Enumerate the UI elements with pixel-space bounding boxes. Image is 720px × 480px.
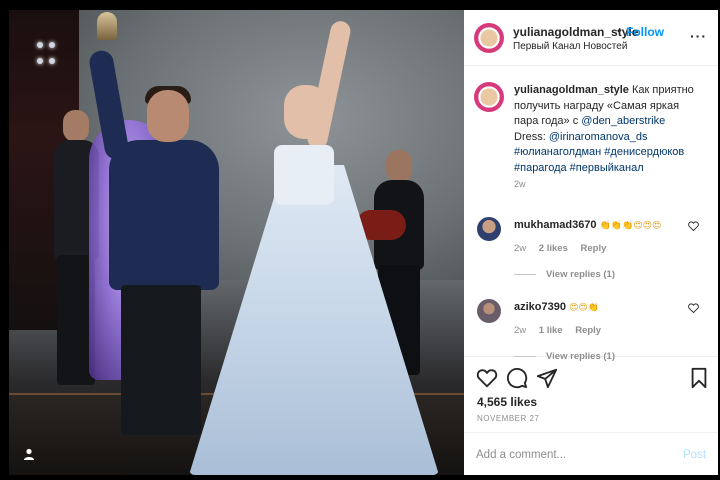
person-woman-in-gown [189, 19, 439, 475]
author-avatar[interactable] [474, 23, 504, 53]
comment-timestamp[interactable]: 2w [514, 325, 526, 336]
comment-meta: 2w 2 likes Reply [514, 243, 616, 254]
post-date[interactable]: NOVEMBER 27 [477, 414, 539, 423]
hashtag-links[interactable]: #юлианаголдман #денисердюков [514, 145, 710, 161]
comment-text: 😍😍👏 [569, 303, 600, 313]
caption-text-4: Dress: [514, 130, 549, 143]
caption-username[interactable]: yulianagoldman_style [514, 84, 629, 96]
commenter-avatar[interactable] [477, 299, 501, 323]
stage-light [49, 58, 55, 64]
caption-text-3: пара года» с [514, 115, 582, 127]
heart-icon[interactable] [476, 367, 498, 389]
caption-text-1: Как приятно [628, 84, 694, 96]
post-actions-bar [464, 367, 718, 391]
post-photo[interactable] [9, 10, 464, 475]
share-icon[interactable] [536, 367, 558, 389]
comment-like-heart-icon[interactable] [688, 303, 699, 316]
stage-light [49, 42, 55, 48]
mention-link[interactable]: @irinaromanova_ds [549, 131, 648, 143]
follow-button[interactable]: Follow [626, 25, 664, 39]
instagram-post-window: yulianagoldman_style • Follow Первый Кан… [0, 0, 720, 480]
post-header: yulianagoldman_style • Follow Первый Кан… [464, 10, 718, 66]
trophy [97, 12, 117, 40]
reply-button[interactable]: Reply [581, 243, 607, 254]
post-location[interactable]: Первый Канал Новостей [513, 41, 627, 52]
comment-like-heart-icon[interactable] [688, 221, 699, 234]
commenter-username[interactable]: aziko7390 [514, 301, 566, 313]
comment-text: 👏👏👏😍😍😍 [599, 221, 662, 231]
stage-light [37, 42, 43, 48]
comment-icon[interactable] [506, 367, 528, 389]
hashtag-links[interactable]: #парагода #первыйканал [514, 161, 710, 177]
add-comment-input[interactable] [476, 444, 666, 466]
comment-likes[interactable]: 1 like [539, 325, 563, 336]
caption-avatar[interactable] [474, 82, 504, 112]
mention-link[interactable]: @den_aberstrike [581, 115, 665, 127]
comment-timestamp[interactable]: 2w [514, 243, 526, 254]
stage-light [37, 58, 43, 64]
view-replies-button[interactable]: View replies (1) [514, 351, 615, 362]
post-caption: yulianagoldman_style Как приятно получит… [514, 83, 710, 176]
user-tag-icon[interactable] [19, 446, 39, 466]
commenter-avatar[interactable] [477, 217, 501, 241]
post-comment-button[interactable]: Post [683, 449, 706, 461]
view-replies-button[interactable]: View replies (1) [514, 269, 615, 280]
comment-likes[interactable]: 2 likes [539, 243, 568, 254]
comment-item: mukhamad3670 👏👏👏😍😍😍 2w 2 likes Reply Vie… [464, 217, 718, 297]
post-side-panel: yulianagoldman_style • Follow Первый Кан… [464, 10, 718, 475]
separator-dot: • [617, 24, 622, 38]
more-options-icon[interactable]: ··· [690, 28, 707, 44]
caption-timestamp[interactable]: 2w [514, 179, 526, 189]
reply-button[interactable]: Reply [575, 325, 601, 336]
caption-text-2: получить награду «Самая яркая [514, 99, 680, 112]
comments-section[interactable]: yulianagoldman_style Как приятно получит… [464, 67, 718, 362]
comment-meta: 2w 1 like Reply [514, 325, 611, 336]
commenter-username[interactable]: mukhamad3670 [514, 219, 597, 231]
likes-count[interactable]: 4,565 likes [477, 395, 537, 409]
add-comment-bar: Post [464, 432, 718, 475]
bookmark-icon[interactable] [688, 367, 710, 389]
